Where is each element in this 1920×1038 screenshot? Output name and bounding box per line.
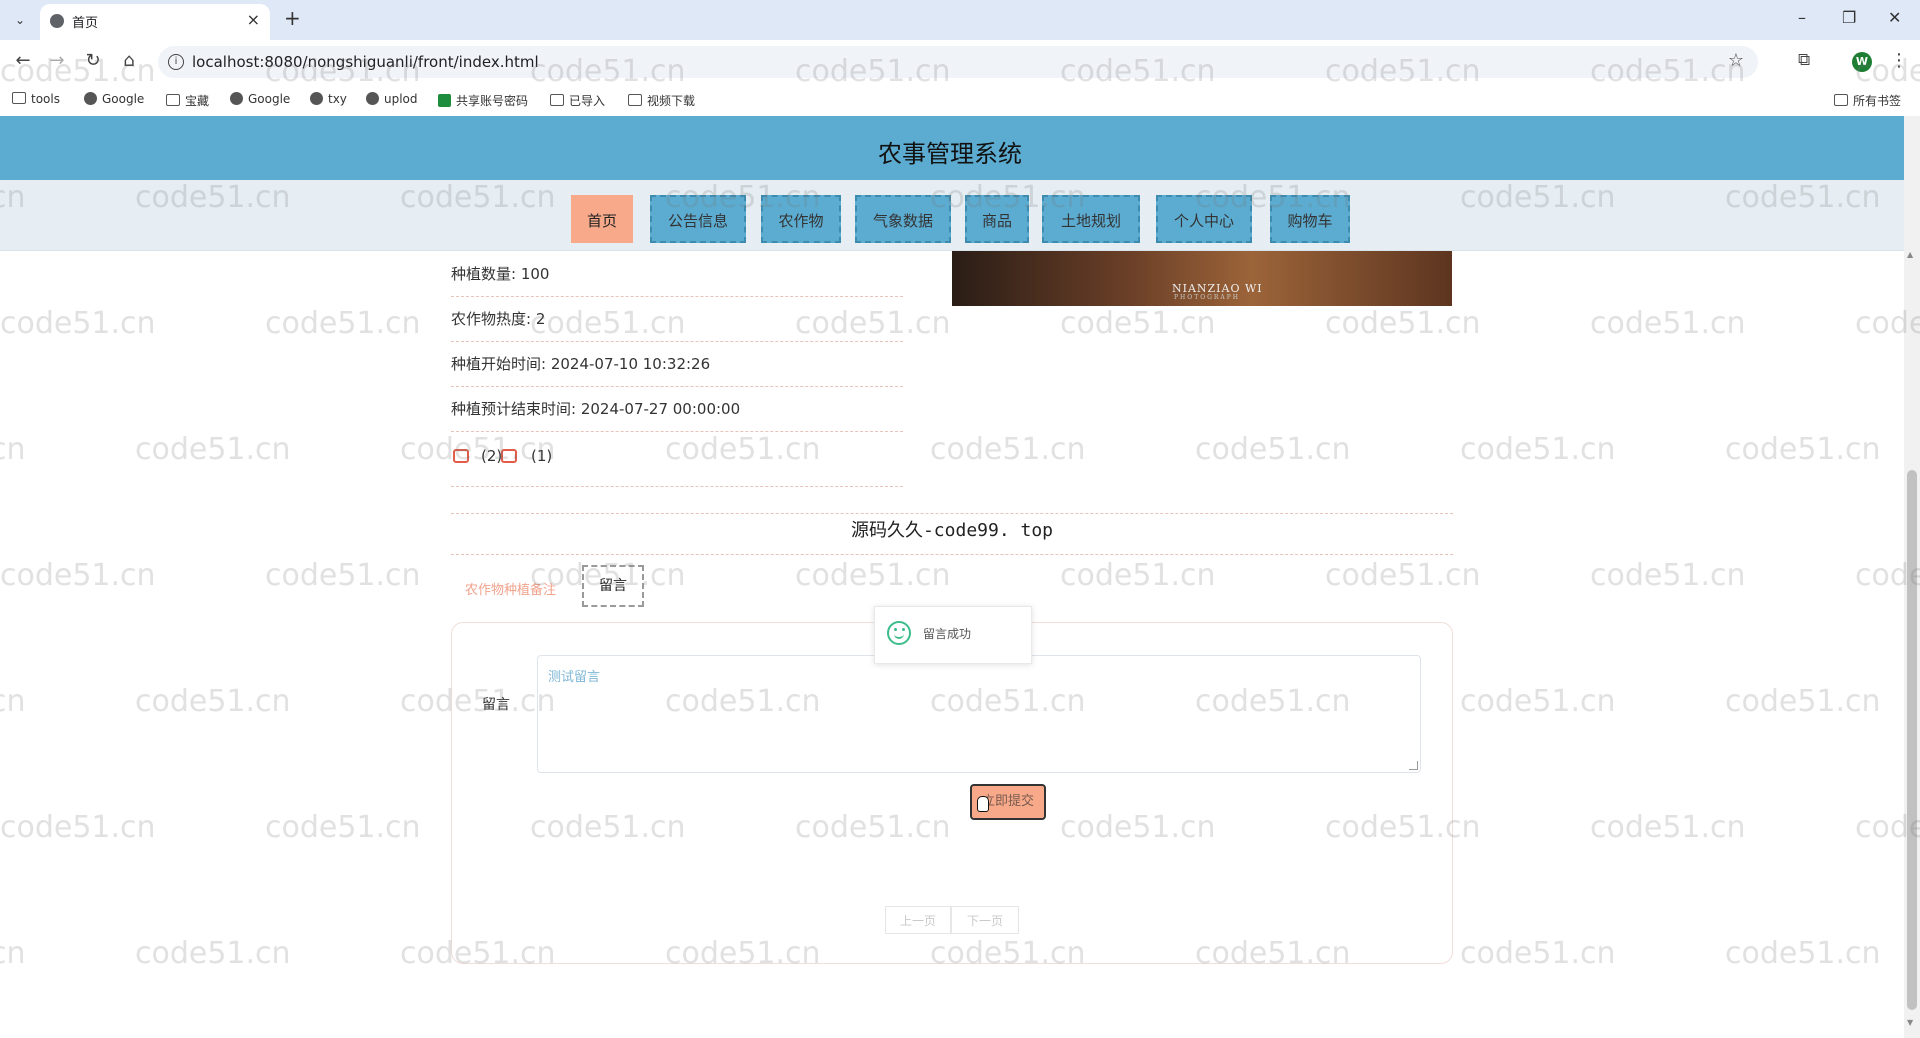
site-header: 农事管理系统 (0, 116, 1920, 180)
site-title: 农事管理系统 (878, 140, 1022, 168)
scrollbar-thumb[interactable] (1907, 470, 1917, 1010)
toast-text: 留言成功 (923, 627, 972, 641)
favicon-icon (50, 14, 64, 28)
divider (451, 513, 1453, 514)
main-nav: 首页 公告信息 农作物 气象数据 商品 土地规划 个人中心 购物车 (0, 180, 1920, 251)
forward-icon[interactable]: → (46, 50, 68, 71)
site-info-icon[interactable]: i (168, 54, 184, 70)
nav-crops[interactable]: 农作物 (761, 195, 841, 243)
bookmark-item[interactable]: uplod (366, 92, 418, 106)
new-tab-icon[interactable]: + (284, 6, 301, 30)
google-icon (230, 92, 243, 105)
folder-icon (628, 94, 642, 106)
extensions-icon[interactable]: ⧉ (1798, 50, 1810, 70)
reload-icon[interactable]: ↻ (82, 50, 104, 71)
hand-cursor-icon (977, 796, 989, 812)
close-icon[interactable]: × (247, 10, 260, 29)
tab-search-icon[interactable]: ⌄ (10, 10, 30, 30)
cloud-icon (310, 92, 323, 105)
crop-image: NIANZIAO WI PHOTOGRAPH (952, 250, 1452, 306)
prev-page-button[interactable]: 上一页 (885, 906, 951, 934)
sheet-icon (438, 94, 451, 107)
nav-weather[interactable]: 气象数据 (855, 195, 951, 243)
scroll-up-icon[interactable]: ▲ (1907, 250, 1913, 259)
share-icon (366, 92, 379, 105)
nav-land-planning[interactable]: 土地规划 (1042, 195, 1140, 243)
vote-row: (2) (1) (451, 432, 903, 487)
kebab-menu-icon[interactable]: ⋮ (1890, 50, 1908, 71)
next-page-button[interactable]: 下一页 (951, 906, 1019, 934)
dislike-count: (1) (531, 447, 553, 465)
success-toast: 留言成功 (874, 606, 1032, 664)
back-icon[interactable]: ← (12, 50, 34, 71)
bookmark-item[interactable]: 已导入 (550, 92, 605, 109)
scroll-down-icon[interactable]: ▼ (1907, 1018, 1913, 1027)
bookmark-item[interactable]: Google (230, 92, 290, 106)
nav-announcements[interactable]: 公告信息 (650, 195, 746, 243)
resize-handle-icon[interactable] (1409, 761, 1418, 770)
folder-icon (1834, 94, 1848, 106)
url-bar[interactable]: i localhost:8080/nongshiguanli/front/ind… (158, 46, 1758, 78)
bookmark-item[interactable]: tools (12, 92, 60, 106)
message-label: 留言 (482, 697, 510, 713)
restore-icon[interactable]: ❐ (1842, 8, 1856, 27)
tab-title: 首页 (72, 16, 99, 31)
nav-home[interactable]: 首页 (571, 195, 633, 243)
tab-message[interactable]: 留言 (582, 565, 644, 607)
bookmark-item[interactable]: 共享账号密码 (438, 92, 528, 109)
message-textarea[interactable]: 测试留言 (537, 655, 1421, 773)
bookmark-item[interactable]: 宝藏 (166, 92, 209, 109)
divider (451, 554, 1453, 555)
minimize-icon[interactable]: – (1798, 8, 1806, 27)
bookmarks-bar: tools Google 宝藏 Google txy uplod 共享账号密码 … (0, 84, 1920, 117)
image-watermark-sub: PHOTOGRAPH (1174, 294, 1241, 301)
browser-tab[interactable]: 首页 × (40, 4, 270, 40)
url-text[interactable]: localhost:8080/nongshiguanli/front/index… (192, 53, 539, 71)
like-count: (2) (481, 447, 503, 465)
crop-heat: 农作物热度: 2 (451, 297, 903, 342)
folder-icon (166, 94, 180, 106)
nav-cart[interactable]: 购物车 (1270, 195, 1350, 243)
browser-tab-strip: ⌄ 首页 × + – ❐ ✕ (0, 0, 1920, 40)
globe-icon (84, 92, 97, 105)
profile-avatar[interactable]: W (1852, 52, 1872, 72)
star-icon[interactable]: ☆ (1728, 50, 1744, 71)
message-text: 测试留言 (548, 670, 601, 685)
bookmark-item[interactable]: 视频下载 (628, 92, 695, 109)
planting-end-time: 种植预计结束时间: 2024-07-27 00:00:00 (451, 387, 903, 432)
home-icon[interactable]: ⌂ (118, 50, 140, 71)
web-page: 种植数量: 100 农作物热度: 2 种植开始时间: 2024-07-10 10… (0, 116, 1920, 1038)
thumbs-down-icon[interactable] (501, 449, 517, 463)
planting-quantity: 种植数量: 100 (451, 252, 903, 297)
thumbs-up-icon[interactable] (453, 449, 469, 463)
nav-profile[interactable]: 个人中心 (1156, 195, 1252, 243)
all-bookmarks[interactable]: 所有书签 (1834, 92, 1901, 109)
brand-banner: 源码久久-code99. top (850, 520, 1054, 541)
folder-icon (12, 92, 26, 104)
tab-crop-notes[interactable]: 农作物种植备注 (465, 579, 556, 598)
nav-products[interactable]: 商品 (965, 195, 1029, 243)
folder-icon (550, 94, 564, 106)
bookmark-item[interactable]: Google (84, 92, 144, 106)
smile-icon (887, 621, 911, 645)
address-toolbar: ← → ↻ ⌂ i localhost:8080/nongshiguanli/f… (0, 40, 1920, 84)
bookmark-item[interactable]: txy (310, 92, 347, 106)
planting-start-time: 种植开始时间: 2024-07-10 10:32:26 (451, 342, 903, 387)
close-window-icon[interactable]: ✕ (1888, 8, 1901, 27)
